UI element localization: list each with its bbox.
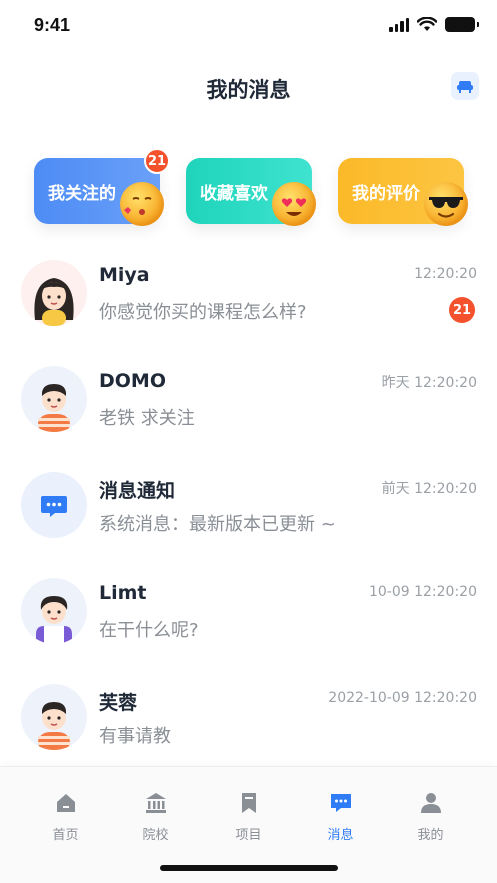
card-follow[interactable]: 我关注的 21 [34,148,170,226]
tab-school[interactable]: 院校 [106,767,205,847]
unread-badge: 21 [449,297,475,323]
girl-avatar [21,260,87,326]
boy-avatar [21,578,87,644]
tab-home[interactable]: 首页 [16,767,115,847]
page-title: 我的消息 [206,78,291,102]
status-bar: 9:41 [0,0,497,54]
tab-label: 我的 [417,828,444,843]
message-time: 10-09 12:20:20 [368,584,477,600]
home-indicator [160,865,338,871]
message-item[interactable]: Miya 12:20:20 你感觉你买的课程怎么样? 21 [0,254,497,360]
signal-icon [389,17,409,32]
message-preview: 在干什么呢? [99,620,199,641]
message-name: 芙蓉 [99,692,138,714]
message-preview: 老铁 求关注 [99,408,195,429]
card-review-label: 我的评价 [352,184,420,204]
tab-mine[interactable]: 我的 [381,767,480,847]
card-collect[interactable]: 收藏喜欢 [186,158,316,226]
tab-message[interactable]: 消息 [291,767,390,847]
message-preview: 你感觉你买的课程怎么样? [99,302,307,323]
card-review[interactable]: 我的评价 [338,158,468,226]
card-collect-label: 收藏喜欢 [200,184,268,204]
battery-icon [445,17,479,32]
sofa-button[interactable] [451,72,479,100]
tab-label: 项目 [235,828,262,843]
tab-label: 首页 [52,828,79,843]
kissing-face-emoji [120,182,164,226]
sofa-icon [457,81,473,93]
message-list: Miya 12:20:20 你感觉你买的课程怎么样? 21 DOMO 昨天 12… [0,254,497,764]
card-follow-badge: 21 [144,148,170,174]
person-icon [419,791,443,815]
message-item[interactable]: 芙蓉 2022-10-09 12:20:20 有事请教 [0,678,497,764]
message-preview: 系统消息：最新版本已更新 ~ [99,514,336,535]
status-time: 9:41 [34,15,71,35]
tab-label: 消息 [327,828,354,843]
message-item[interactable]: 消息通知 前天 12:20:20 系统消息：最新版本已更新 ~ [0,466,497,572]
heart-eyes-emoji [272,182,316,226]
boy-avatar [21,366,87,432]
header: 我的消息 [0,62,497,112]
message-item[interactable]: DOMO 昨天 12:20:20 老铁 求关注 [0,360,497,466]
notification-avatar [21,472,87,538]
message-name: Limt [99,582,147,604]
boy-avatar [21,684,87,750]
message-time: 2022-10-09 12:20:20 [328,690,477,706]
wifi-icon [417,17,437,31]
home-icon [54,791,78,815]
sunglasses-emoji [424,182,468,226]
message-item[interactable]: Limt 10-09 12:20:20 在干什么呢? [0,572,497,678]
message-name: DOMO [99,370,166,392]
message-icon [329,791,353,815]
school-icon [144,791,168,815]
category-cards: 我关注的 21 收藏喜欢 我的评价 [0,148,497,238]
card-follow-label: 我关注的 [48,184,116,204]
tab-project[interactable]: 项目 [199,767,298,847]
message-preview: 有事请教 [99,726,171,747]
message-time: 前天 12:20:20 [381,481,477,497]
tab-label: 院校 [142,828,169,843]
status-icons [389,17,479,32]
message-name: Miya [99,264,150,286]
chat-bubble-icon [41,496,67,517]
message-time: 12:20:20 [414,266,477,282]
bookmark-icon [237,791,261,815]
message-time: 昨天 12:20:20 [381,375,477,391]
message-name: 消息通知 [99,480,176,502]
